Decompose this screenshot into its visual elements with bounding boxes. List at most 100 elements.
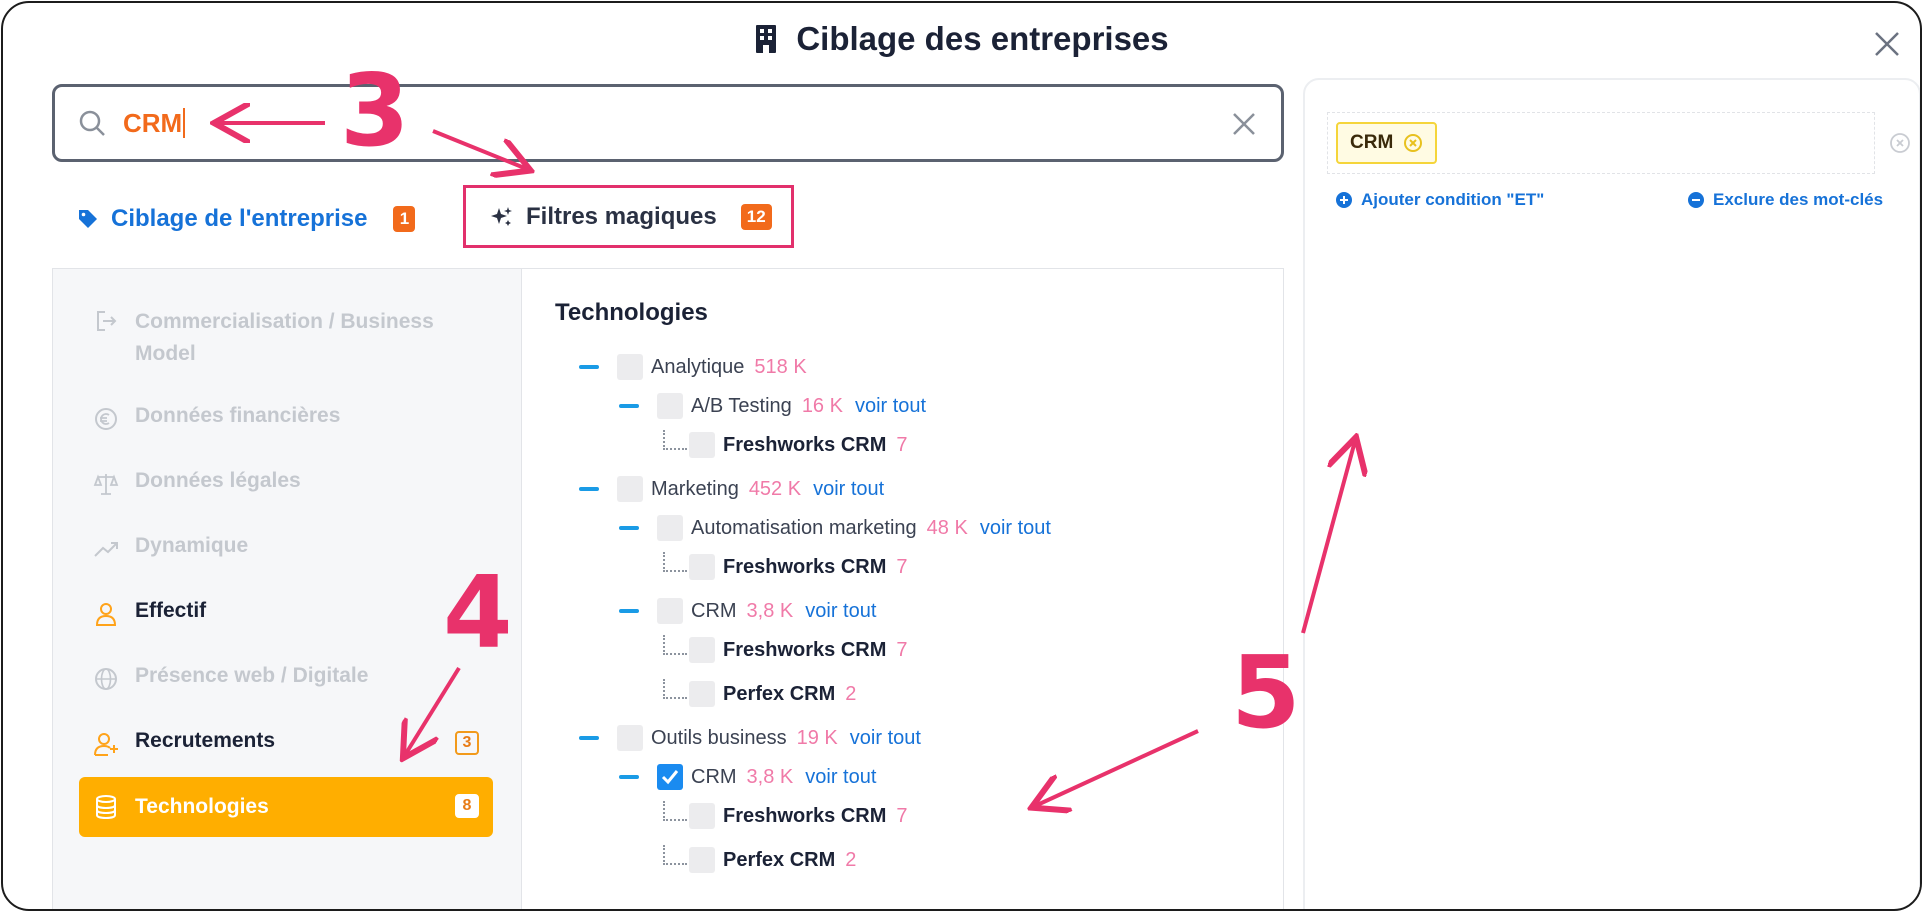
checkbox[interactable] [657,393,683,419]
keyword-box[interactable]: CRM [1327,112,1875,174]
tree-label: CRM [691,599,737,622]
view-all-link[interactable]: voir tout [980,517,1051,540]
checkbox[interactable] [617,725,643,751]
sidebar-item-web-presence[interactable]: Présence web / Digitale [79,664,493,692]
user-icon [95,603,117,626]
annotation-5: 5 [1231,634,1301,751]
collapse-icon[interactable] [579,365,599,369]
tree-connector [663,845,687,865]
tree-row[interactable]: A/B Testing 16 K voir tout [619,391,926,421]
tree-row[interactable]: Freshworks CRM 7 [689,635,908,665]
tree-row[interactable]: Analytique 518 K [579,352,807,382]
tree-row[interactable]: CRM 3,8 K voir tout [619,762,876,792]
sidebar-item-business-model[interactable]: Commercialisation / Business Model [79,306,493,370]
sidebar-item-headcount[interactable]: Effectif [79,599,493,627]
checkbox[interactable] [689,847,715,873]
tree-label: Marketing [651,477,739,500]
collapse-icon[interactable] [619,609,639,613]
sidebar-item-recruitment[interactable]: Recrutements 3 [79,729,493,757]
tab-magic-filters[interactable]: Filtres magiques 12 [463,185,794,248]
clear-icon[interactable] [1229,109,1259,139]
euro-icon [95,408,117,430]
tree-count: 16 K [801,394,843,417]
filters-panel: Commercialisation / Business Model Donnée… [52,268,1284,909]
checkbox[interactable] [689,681,715,707]
tree-count: 452 K [748,477,802,500]
collapse-icon[interactable] [579,487,599,491]
tree-row[interactable]: Freshworks CRM 7 [689,801,908,831]
view-all-link[interactable]: voir tout [850,727,921,750]
tree-label: Perfex CRM [723,848,836,871]
remove-group-icon[interactable] [1889,132,1911,154]
sidebar-item-technologies[interactable]: Technologies 8 [79,777,493,837]
tree-label: Freshworks CRM [723,433,887,456]
add-condition-button[interactable]: Ajouter condition "ET" [1335,190,1544,210]
tree-row[interactable]: Marketing 452 K voir tout [579,474,884,504]
sidebar-item-label: Recrutements [135,729,276,752]
checkbox[interactable] [617,354,643,380]
sidebar-item-label: Commercialisation / Business Model [135,310,434,365]
sidebar-item-dynamic[interactable]: Dynamique [79,534,493,562]
exit-icon [97,311,117,331]
checkbox[interactable] [689,432,715,458]
checkbox[interactable] [689,637,715,663]
checkbox[interactable] [689,803,715,829]
tag-icon [79,210,97,228]
globe-icon [95,668,117,690]
collapse-icon[interactable] [619,775,639,779]
close-icon[interactable] [1870,27,1904,61]
checkbox-checked[interactable] [657,764,683,790]
sidebar-item-label: Données financières [135,404,341,427]
tree-connector [663,679,687,699]
tree-row[interactable]: Outils business 19 K voir tout [579,723,921,753]
checkbox[interactable] [657,515,683,541]
tree-row[interactable]: Automatisation marketing 48 K voir tout [619,513,1051,543]
checkbox[interactable] [689,554,715,580]
tree-count: 7 [896,433,908,456]
tree-connector [663,635,687,655]
checkbox[interactable] [617,476,643,502]
sidebar-item-label: Présence web / Digitale [135,664,369,687]
view-all-link[interactable]: voir tout [813,478,884,501]
modal-header: Ciblage des entreprises [3,17,1920,61]
sparkles-icon [491,206,512,226]
tree-count: 518 K [754,355,807,378]
tree-row[interactable]: Perfex CRM 2 [689,845,856,875]
building-icon [756,25,777,53]
search-input[interactable]: CRM [52,84,1284,162]
view-all-link[interactable]: voir tout [855,395,926,418]
tree-count: 2 [845,848,857,871]
annotation-4: 4 [443,554,513,671]
sidebar-item-legal[interactable]: Données légales [79,469,493,497]
recruitment-count-badge: 3 [455,731,479,755]
collapse-icon[interactable] [619,526,639,530]
tree-label: Analytique [651,355,745,378]
tree-row[interactable]: Freshworks CRM 7 [689,552,908,582]
tree-row[interactable]: Perfex CRM 2 [689,679,856,709]
technologies-count-badge: 8 [455,794,479,818]
checkbox[interactable] [657,598,683,624]
sidebar-item-financial[interactable]: Données financières [79,404,493,432]
tab-company-targeting[interactable]: Ciblage de l'entreprise 1 [77,189,416,249]
sidebar-item-label: Dynamique [135,534,249,557]
collapse-icon[interactable] [619,404,639,408]
tree-count: 3,8 K [746,765,794,788]
tree-row[interactable]: Freshworks CRM 7 [689,430,908,460]
modal-title: Ciblage des entreprises [796,20,1169,57]
view-all-link[interactable]: voir tout [805,766,876,789]
tree-connector [663,430,687,450]
collapse-icon[interactable] [579,736,599,740]
tree-row[interactable]: CRM 3,8 K voir tout [619,596,876,626]
remove-chip-icon[interactable] [1403,133,1423,153]
exclude-keywords-button[interactable]: Exclure des mot-clés [1687,190,1883,210]
keyword-chip[interactable]: CRM [1336,122,1438,164]
tree-label: Perfex CRM [723,682,836,705]
selected-keywords-panel: CRM Ajouter condition "ET" Exclure des m… [1303,78,1920,909]
keyword-chip-label: CRM [1350,132,1394,153]
view-all-link[interactable]: voir tout [805,600,876,623]
search-icon [79,110,105,136]
tree-label: Freshworks CRM [723,555,887,578]
tree-count: 2 [845,682,857,705]
sidebar-item-label: Effectif [135,599,207,622]
minus-circle-icon [1688,192,1704,208]
